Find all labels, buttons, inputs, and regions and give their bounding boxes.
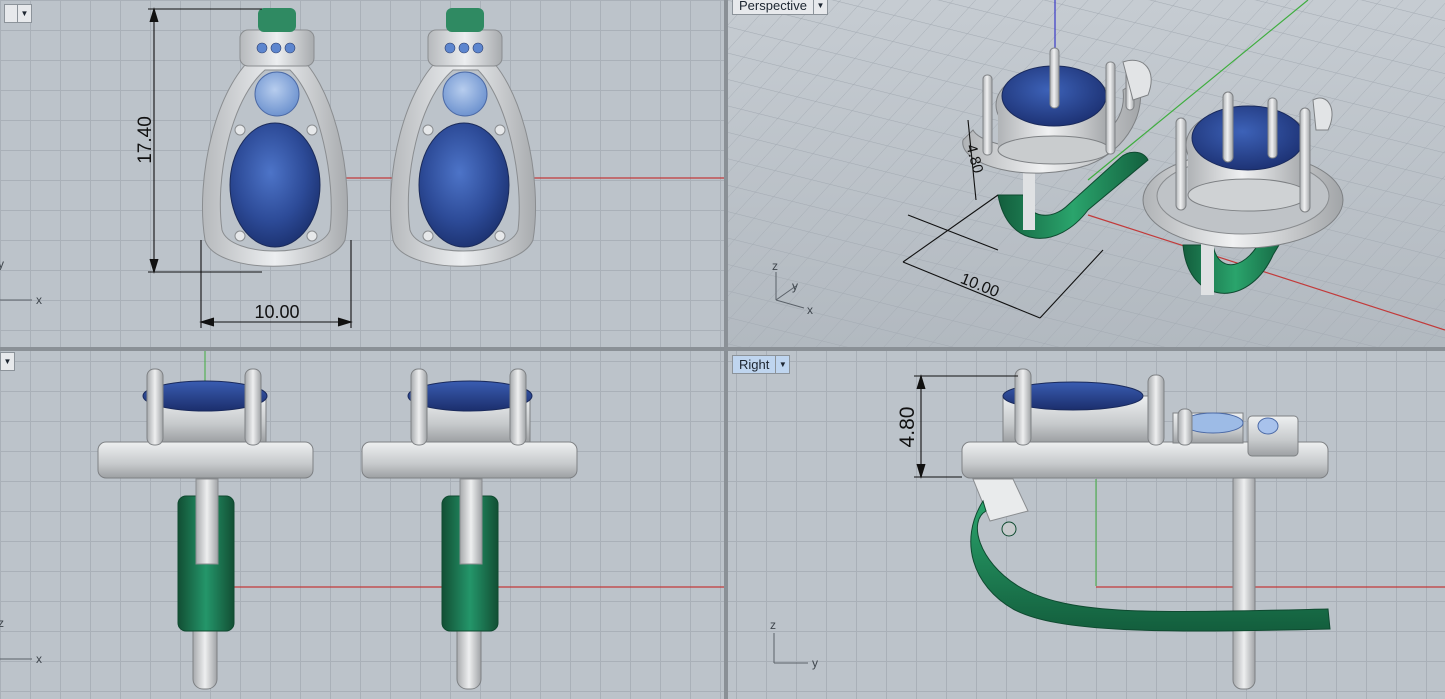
earring-front-left[interactable]	[97, 368, 314, 690]
svg-text:y: y	[0, 257, 4, 271]
front-view-scene: x z	[0, 351, 724, 690]
viewport-front[interactable]: ▼ x z	[0, 351, 724, 699]
earring-top-left[interactable]	[202, 8, 348, 267]
svg-text:y: y	[792, 279, 798, 293]
viewport-perspective[interactable]: 4.80 10.00 z y x Perspective ▼	[728, 0, 1445, 347]
viewport-right-tab[interactable]: Right ▼	[732, 355, 791, 374]
right-view-scene: 4.80 z y	[770, 368, 1445, 690]
svg-text:z: z	[770, 618, 776, 632]
rhino-app: ▼ 17.40 10.00 x y 4.80 10.00 z y x Persp…	[0, 0, 1445, 699]
right-dimension-height-label: 4.80	[896, 407, 919, 448]
svg-text:z: z	[772, 259, 778, 273]
axis-widget-icon: z y	[770, 618, 818, 670]
earring-front-right[interactable]	[361, 368, 578, 690]
dimension-height-label: 17.40	[135, 116, 156, 164]
axis-widget-icon: x y	[0, 257, 42, 307]
axis-widget-icon: x z	[0, 616, 42, 666]
svg-text:x: x	[36, 652, 42, 666]
svg-text:x: x	[36, 293, 42, 307]
viewport-top[interactable]: ▼ 17.40 10.00 x y	[0, 0, 724, 347]
viewport-perspective-label: Perspective	[739, 0, 807, 13]
earring-top-right[interactable]	[390, 8, 536, 267]
svg-text:y: y	[812, 656, 818, 670]
viewport-right-label: Right	[739, 357, 770, 372]
viewport-perspective-tab[interactable]: Perspective ▼	[732, 0, 828, 15]
viewport-right[interactable]: 4.80 z y Right ▼	[728, 351, 1445, 699]
svg-text:x: x	[807, 303, 813, 317]
earring-right-view[interactable]	[961, 368, 1331, 690]
viewport-dropdown-icon[interactable]: ▼	[812, 0, 827, 14]
viewport-dropdown-icon[interactable]: ▼	[775, 356, 789, 373]
svg-text:z: z	[0, 616, 4, 630]
dimension-width-label: 10.00	[254, 302, 299, 322]
perspective-view-scene: 4.80 10.00 z y x	[728, 0, 1445, 347]
top-view-scene: 17.40 10.00 x y	[0, 7, 724, 328]
